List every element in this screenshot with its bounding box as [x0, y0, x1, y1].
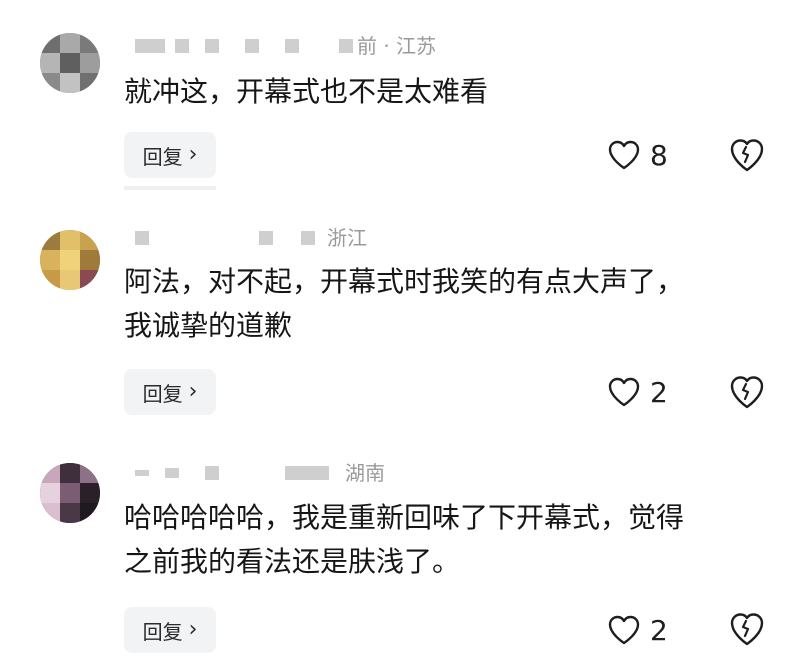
- comment-text-line: 就冲这，开幕式也不是太难看: [124, 75, 489, 108]
- heart-outline-icon: [608, 615, 640, 645]
- username-blurred[interactable]: [135, 470, 149, 476]
- chevron-right-icon: ›: [188, 142, 198, 167]
- avatar[interactable]: [40, 33, 100, 93]
- comment-item: 前 · 江苏 就冲这，开幕式也不是太难看 回复 › 8: [0, 0, 800, 200]
- broken-heart-icon[interactable]: [729, 374, 765, 410]
- comment-region: 湖南: [345, 461, 385, 485]
- reply-label: 回复: [142, 144, 183, 169]
- comment-text: 哈哈哈哈哈，我是重新回味了下开幕式，觉得 之前我的看法还是肤浅了。: [124, 496, 764, 584]
- comment-text: 阿法，对不起，开幕式时我笑的有点大声了， 我诚挚的道歉: [124, 260, 764, 348]
- heart-outline-icon: [608, 377, 640, 407]
- comment-item: 浙江 阿法，对不起，开幕式时我笑的有点大声了， 我诚挚的道歉 回复 › 2: [0, 200, 800, 430]
- comment-text-line: 哈哈哈哈哈，我是重新回味了下开幕式，觉得: [124, 501, 685, 534]
- avatar[interactable]: [40, 230, 100, 290]
- comment-meta: 前 · 江苏: [135, 33, 535, 59]
- like-count: 2: [650, 613, 668, 647]
- like-button[interactable]: 2: [608, 372, 668, 412]
- like-count: 2: [650, 375, 668, 409]
- comment-region: 浙江: [327, 226, 367, 250]
- chevron-right-icon: ›: [188, 379, 198, 404]
- comment-text-line: 我诚挚的道歉: [124, 309, 293, 342]
- chevron-right-icon: ›: [188, 617, 198, 642]
- divider: [124, 186, 216, 190]
- like-button[interactable]: 2: [608, 610, 668, 650]
- comment-item: 湖南 哈哈哈哈哈，我是重新回味了下开幕式，觉得 之前我的看法还是肤浅了。 回复 …: [0, 430, 800, 667]
- username-blurred[interactable]: [135, 231, 149, 245]
- reply-button[interactable]: 回复 ›: [124, 607, 216, 653]
- comment-region: 前 · 江苏: [357, 34, 437, 58]
- broken-heart-icon[interactable]: [729, 611, 765, 647]
- reply-label: 回复: [142, 619, 183, 644]
- heart-outline-icon: [608, 140, 640, 170]
- reply-label: 回复: [142, 381, 183, 406]
- comment-text-line: 阿法，对不起，开幕式时我笑的有点大声了，: [124, 265, 685, 298]
- comment-meta: 湖南: [135, 460, 535, 486]
- comment-text: 就冲这，开幕式也不是太难看: [124, 70, 764, 114]
- like-count: 8: [650, 138, 668, 172]
- like-button[interactable]: 8: [608, 135, 668, 175]
- reply-button[interactable]: 回复 ›: [124, 369, 216, 415]
- broken-heart-icon[interactable]: [729, 137, 765, 173]
- comment-text-line: 之前我的看法还是肤浅了。: [124, 545, 461, 578]
- username-blurred[interactable]: [135, 39, 165, 53]
- comment-meta: 浙江: [135, 225, 535, 251]
- avatar[interactable]: [40, 463, 100, 523]
- reply-button[interactable]: 回复 ›: [124, 132, 216, 178]
